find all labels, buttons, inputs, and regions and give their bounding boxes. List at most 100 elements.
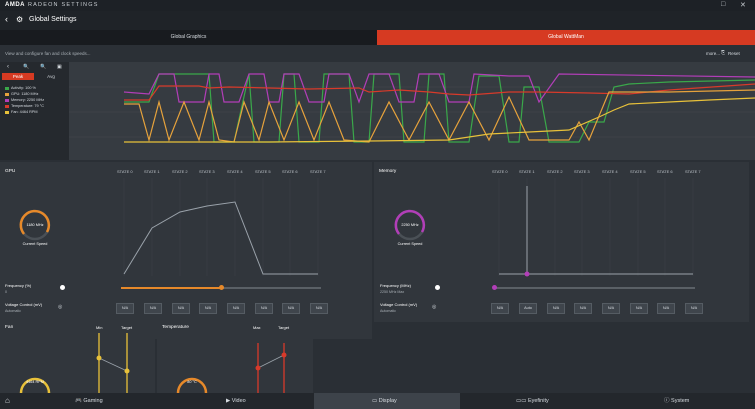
gpu-voltage-value: Automatic (5, 309, 21, 313)
gpu-freq-value: 0 (5, 290, 7, 294)
gpu-freq-slider-fill (121, 287, 221, 289)
memory-voltage-state-7[interactable]: N/A (685, 303, 703, 314)
subbar (0, 45, 755, 62)
fan-gauge-value: 4464 RPM (26, 380, 44, 384)
memory-gauge-label: Current Speed (397, 242, 423, 246)
gpu-freq-handle[interactable] (219, 285, 224, 290)
memory-gauge-value: 2250 MHz (401, 223, 419, 227)
zoom-in-icon[interactable]: 🔍 (23, 64, 29, 70)
temperature-target-label: Target (278, 325, 290, 330)
gpu-state-5: STATE 5 (255, 169, 271, 174)
reset-icon[interactable]: ⎘ (721, 50, 725, 56)
memory-voltage-state-4[interactable]: N/A (602, 303, 620, 314)
gear-icon: ⚙ (16, 15, 24, 24)
nav-gaming[interactable]: 🎮 Gaming (20, 393, 167, 409)
gpu-gauge-value: 1180 MHz (26, 223, 44, 227)
memory-voltage-state-0[interactable]: N/A (491, 303, 509, 314)
gpu-state-4: STATE 4 (227, 169, 243, 174)
gpu-voltage-state-7[interactable]: N/A (310, 303, 328, 314)
save-icon[interactable]: ▣ (57, 64, 62, 70)
memory-freq-slider[interactable] (495, 287, 695, 289)
gpu-voltage-state-3[interactable]: N/A (199, 303, 217, 314)
amd-logo: AMDA (5, 2, 25, 8)
play-icon: ▶ (226, 398, 231, 404)
memory-state-4: STATE 4 (602, 169, 618, 174)
nav-display[interactable]: ▭ Display (314, 393, 460, 409)
memory-voltage-state-1[interactable]: Auto (519, 303, 537, 314)
fan-curve (96, 333, 130, 393)
memory-voltage-state-3[interactable]: N/A (574, 303, 592, 314)
tab-global-wattman[interactable]: Global WattMan (377, 30, 755, 45)
gpu-voltage-state-1[interactable]: N/A (144, 303, 162, 314)
legend-temperature: Temperature: 79 °C (5, 104, 44, 108)
gpu-curve-chart (123, 178, 319, 276)
legend-fan: Fan: 4464 RPM (5, 110, 38, 114)
memory-state-3: STATE 3 (574, 169, 590, 174)
memory-voltage-state-5[interactable]: N/A (630, 303, 648, 314)
memory-state-6: STATE 6 (657, 169, 673, 174)
gpu-voltage-state-5[interactable]: N/A (255, 303, 273, 314)
page-title: Global Settings (29, 16, 77, 23)
maximize-icon[interactable]: □ (721, 1, 725, 8)
nav-video-label: Video (231, 398, 246, 404)
info-icon: ◎ (58, 304, 63, 310)
gpu-state-7: STATE 7 (310, 169, 326, 174)
gpu-voltage-state-0[interactable]: N/A (116, 303, 134, 314)
zoom-out-icon[interactable]: 🔍 (40, 64, 46, 70)
legend-swatch (5, 86, 9, 90)
memory-freq-toggle[interactable] (435, 285, 440, 290)
memory-freq-value: 2250 MHz Max (380, 290, 405, 294)
memory-freq-handle[interactable] (492, 285, 497, 290)
memory-voltage-label: Voltage Control (mV) (380, 302, 418, 307)
memory-voltage-state-6[interactable]: N/A (657, 303, 675, 314)
avg-button[interactable]: Avg (35, 73, 67, 80)
performance-graph (69, 62, 755, 160)
gpu-gauge-label: Current Speed (22, 242, 48, 246)
memory-title: Memory (379, 169, 397, 174)
nav-eyefinity-label: Eyefinity (527, 398, 549, 404)
nav-display-label: Display (378, 398, 397, 404)
legend-gpu: GPU: 1180 MHz (5, 92, 38, 96)
nav-gaming-label: Gaming (83, 398, 103, 404)
legend-swatch (5, 92, 9, 96)
legend-label: Temperature: 79 °C (11, 104, 44, 108)
home-icon[interactable]: ⌂ (5, 396, 10, 405)
temperature-curve (255, 343, 287, 393)
tab-global-graphics[interactable]: Global Graphics (0, 30, 377, 45)
fan-min-label: Min (96, 325, 103, 330)
graph-svg (69, 62, 755, 160)
memory-voltage-state-2[interactable]: N/A (547, 303, 565, 314)
fan-target-label: Target (121, 325, 133, 330)
chevron-left-icon[interactable]: ‹ (7, 64, 9, 70)
page-description: View and configure fan and clock speeds.… (5, 51, 91, 56)
legend-memory: Memory: 2250 MHz (5, 98, 44, 102)
peak-button[interactable]: Peak (2, 73, 34, 80)
gpu-freq-toggle[interactable] (60, 285, 65, 290)
temperature-title: Temperature (162, 325, 189, 330)
gpu-voltage-state-2[interactable]: N/A (172, 303, 190, 314)
nav-eyefinity[interactable]: ▭▭ Eyefinity (461, 393, 608, 409)
gpu-state-0: STATE 0 (117, 169, 133, 174)
legend-swatch (5, 98, 9, 102)
nav-video[interactable]: ▶ Video (168, 393, 313, 409)
memory-voltage-value: Automatic (380, 309, 396, 313)
gamepad-icon: 🎮 (75, 398, 82, 404)
more-link[interactable]: more... (706, 51, 720, 56)
temperature-max-label: Max (253, 325, 261, 330)
memory-freq-label: Frequency (MHz) (380, 283, 411, 288)
gpu-voltage-state-4[interactable]: N/A (227, 303, 245, 314)
back-icon[interactable]: ‹ (5, 14, 8, 24)
gpu-voltage-state-6[interactable]: N/A (282, 303, 300, 314)
gpu-state-6: STATE 6 (282, 169, 298, 174)
memory-state-5: STATE 5 (630, 169, 646, 174)
page-header (0, 11, 755, 30)
memory-state-2: STATE 2 (547, 169, 563, 174)
close-icon[interactable]: ✕ (740, 1, 746, 9)
temperature-gauge-value: 80 °C (187, 380, 197, 384)
info-icon: ◎ (432, 304, 437, 310)
fan-title: Fan (5, 325, 14, 330)
reset-button[interactable]: Reset (728, 51, 740, 56)
nav-system[interactable]: ⓘ System (609, 393, 755, 409)
gpu-title: GPU (5, 169, 16, 174)
legend-label: Activity: 100 % (11, 86, 36, 90)
